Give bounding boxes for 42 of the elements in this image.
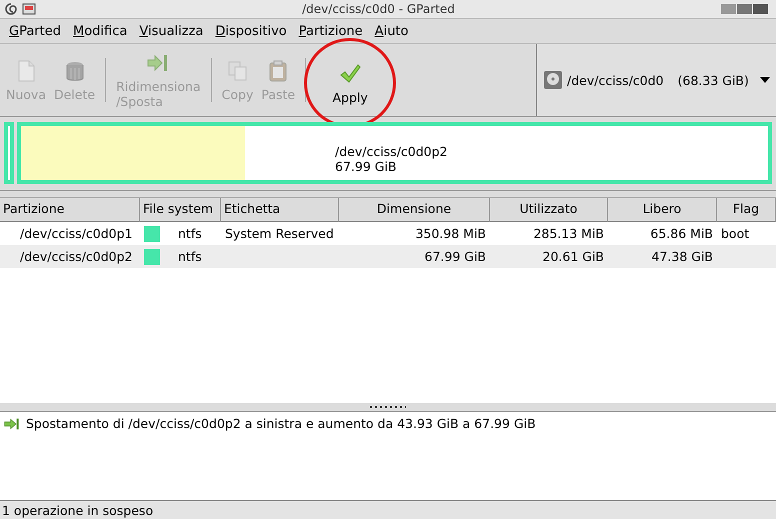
table-cell: ntfs: [178, 249, 202, 264]
menu-item[interactable]: Dispositivo: [209, 24, 293, 38]
column-header[interactable]: Partizione: [0, 198, 140, 222]
table-cell-text: /dev/cciss/c0d0p1: [19, 226, 134, 241]
close-button[interactable]: [753, 4, 768, 14]
table-cell-text: 285.13 MiB: [532, 226, 605, 241]
apply-icon: [338, 62, 362, 86]
column-header[interactable]: Flag: [717, 198, 776, 222]
minimize-button[interactable]: [721, 4, 736, 14]
column-header[interactable]: Utilizzato: [490, 198, 608, 222]
operation-text: Spostamento di /dev/cciss/c0d0p2 a sinistra e aumento da 43.93 GiB a 67.99 GiB: [26, 416, 536, 431]
partition-block[interactable]: /dev/cciss/c0d0p2 67.99 GiB: [17, 122, 772, 184]
column-header[interactable]: Libero: [608, 198, 717, 222]
menu-item[interactable]: Aiuto: [368, 24, 414, 38]
table-cell: ntfs: [178, 226, 202, 241]
menu-item[interactable]: GParted: [3, 24, 67, 38]
window-title: /dev/cciss/c0d0 - GParted: [301, 2, 456, 16]
caret-icon: [760, 76, 770, 84]
move-arrow-icon: [4, 416, 20, 430]
table-cell-text: 67.99 GiB: [424, 249, 487, 264]
table-cell: boot: [721, 226, 750, 241]
window-menu-icon[interactable]: [4, 2, 18, 16]
table-cell-text: 47.38 GiB: [650, 249, 714, 264]
partition-block[interactable]: [4, 122, 14, 184]
table-cell: System Reserved: [225, 226, 334, 241]
maximize-button[interactable]: [737, 4, 752, 14]
status-text: 1 operazione in sospeso: [2, 502, 154, 518]
menu-item[interactable]: Modifica: [67, 24, 134, 38]
column-header[interactable]: Etichetta: [221, 198, 339, 222]
column-header[interactable]: File system: [140, 198, 221, 222]
menu-item[interactable]: Partizione: [292, 24, 369, 38]
menu-item[interactable]: Visualizza: [133, 24, 210, 38]
table-cell-text: 20.61 GiB: [542, 249, 605, 264]
table-cell-text: 65.86 MiB: [649, 226, 714, 241]
toolbar-button[interactable]: Apply: [328, 56, 372, 110]
device-selector[interactable]: /dev/cciss/c0d0 (68.33 GiB): [536, 44, 776, 116]
table-cell-text: /dev/cciss/c0d0p2: [19, 249, 134, 264]
column-header[interactable]: Dimensione: [339, 198, 490, 222]
partition-label: /dev/cciss/c0d0p2 67.99 GiB: [335, 144, 448, 174]
pane-grip-icon[interactable]: [370, 405, 406, 409]
copy-icon: [226, 58, 250, 82]
table-cell-text: 350.98 MiB: [414, 226, 487, 241]
